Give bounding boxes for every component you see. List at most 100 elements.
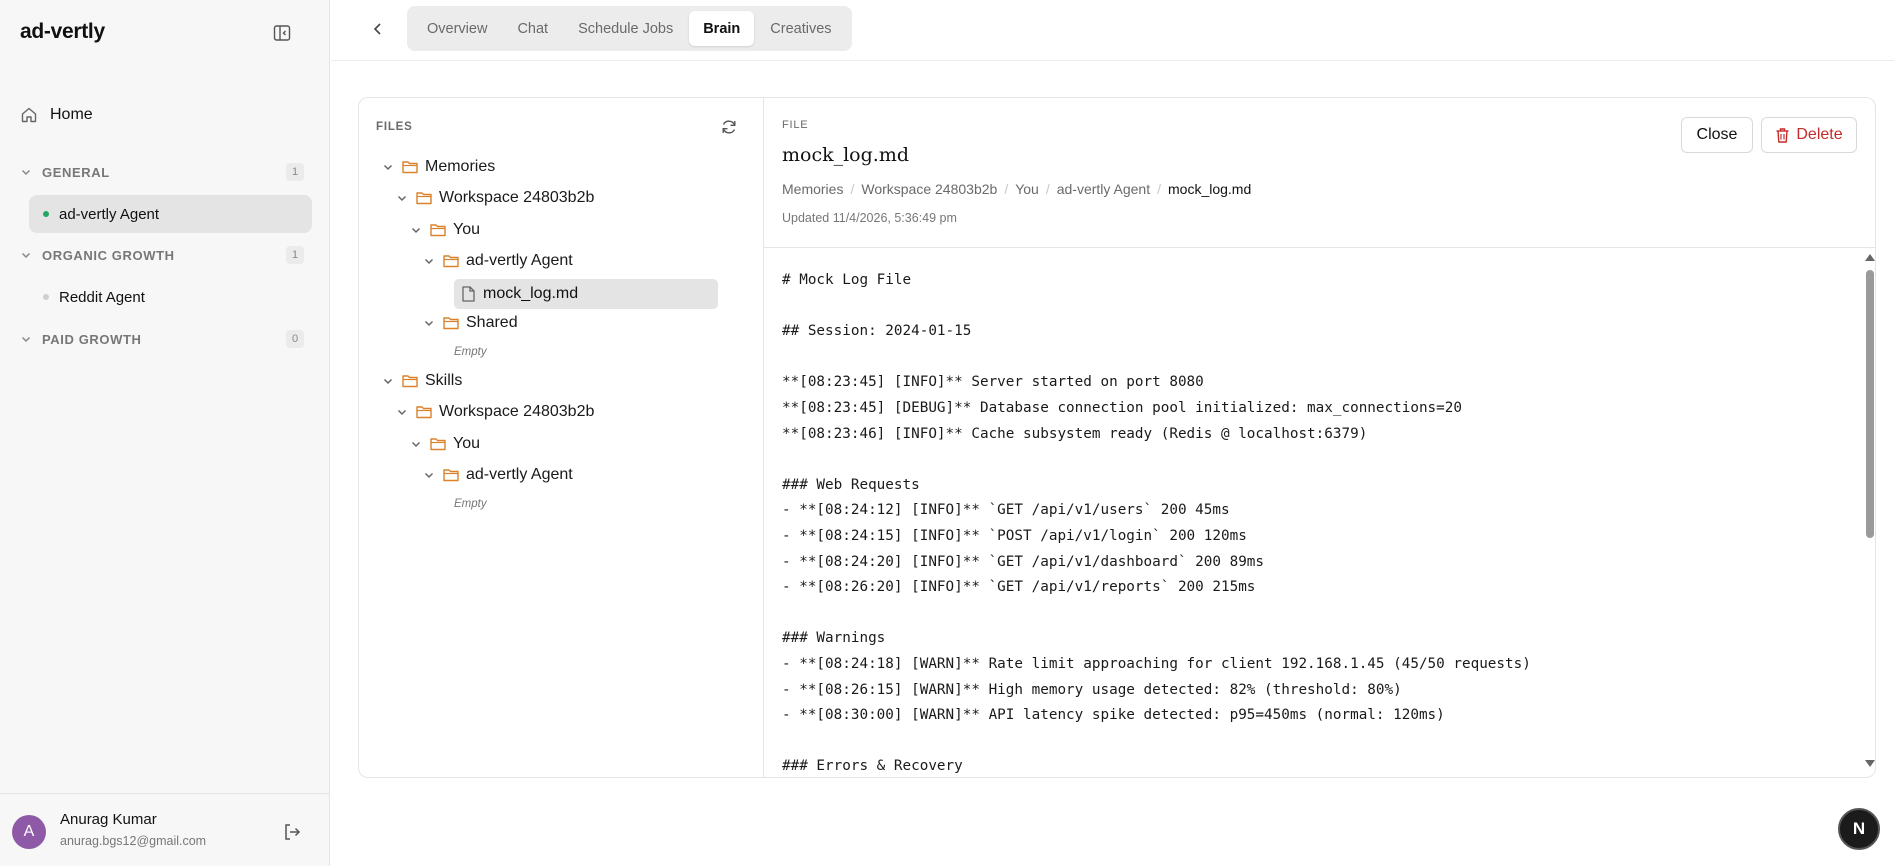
delete-button[interactable]: Delete	[1761, 117, 1857, 153]
tree-label: ad-vertly Agent	[466, 252, 573, 269]
tree-folder-workspace[interactable]: Workspace 24803b2b	[396, 185, 594, 211]
file-title: mock_log.md	[782, 144, 910, 166]
scroll-down-arrow[interactable]	[1865, 760, 1875, 767]
tab-bar: Overview Chat Schedule Jobs Brain Creati…	[407, 6, 852, 51]
breadcrumb-separator: /	[1157, 181, 1161, 197]
content-line: # Mock Log File	[782, 272, 912, 288]
app-root: ad-vertly Home GENERAL 1 ad-vertly Agent…	[0, 0, 1894, 866]
tab-chat[interactable]: Chat	[503, 11, 562, 46]
status-dot	[43, 294, 49, 300]
sidebar-item-reddit-agent[interactable]: Reddit Agent	[29, 278, 312, 316]
content-line	[782, 294, 1842, 320]
tree-label: ad-vertly Agent	[466, 466, 573, 483]
scroll-up-arrow[interactable]	[1865, 254, 1875, 261]
content-line: ### Web Requests	[782, 476, 920, 493]
home-icon	[21, 107, 37, 123]
refresh-icon	[722, 120, 736, 134]
content-line: ## Session: 2024-01-15	[782, 323, 972, 340]
content-line: - **[08:24:18] [WARN]** Rate limit appro…	[782, 655, 1531, 672]
chevron-down-icon	[383, 164, 393, 171]
folder-icon	[443, 469, 459, 482]
chevron-down-icon	[424, 258, 434, 265]
content-line: - **[08:24:15] [INFO]** `POST /api/v1/lo…	[782, 527, 1247, 544]
content-line	[782, 447, 1842, 473]
chevron-down-icon	[411, 441, 421, 448]
tab-creatives[interactable]: Creatives	[756, 11, 845, 46]
logout-button[interactable]	[282, 822, 304, 844]
folder-icon	[416, 192, 432, 205]
group-paid-growth-toggle[interactable]: PAID GROWTH 0	[20, 329, 304, 349]
chevron-down-icon	[397, 195, 407, 202]
breadcrumb-item[interactable]: You	[1015, 181, 1039, 197]
chevron-down-icon	[21, 169, 31, 176]
tree-file-mock-log[interactable]: mock_log.md	[454, 279, 718, 309]
breadcrumb: Memories / Workspace 24803b2b / You / ad…	[782, 181, 1251, 197]
back-button[interactable]	[365, 16, 391, 42]
content-line: **[08:23:45] [INFO]** Server started on …	[782, 374, 1204, 391]
chevron-left-icon	[373, 23, 381, 35]
content-line: ### Errors & Recovery	[782, 758, 963, 773]
group-title: PAID GROWTH	[42, 331, 142, 347]
header-divider	[331, 60, 1894, 61]
breadcrumb-separator: /	[1045, 181, 1050, 197]
file-icon	[462, 286, 475, 302]
floating-action-button[interactable]: N	[1838, 808, 1880, 850]
updated-timestamp: Updated 11/4/2026, 5:36:49 pm	[782, 211, 957, 225]
tab-overview[interactable]: Overview	[413, 11, 501, 46]
breadcrumb-separator: /	[850, 181, 855, 197]
group-title: GENERAL	[42, 164, 110, 180]
chevron-down-icon	[21, 252, 31, 259]
chevron-down-icon	[424, 320, 434, 327]
folder-icon	[416, 406, 432, 419]
tree-folder-memories[interactable]: Memories	[382, 154, 495, 180]
avatar[interactable]: A	[12, 815, 46, 849]
content-line: - **[08:26:20] [INFO]** `GET /api/v1/rep…	[782, 579, 1256, 596]
group-count: 1	[286, 163, 304, 181]
file-content: # Mock Log File ## Session: 2024-01-15 *…	[782, 268, 1842, 773]
content-line: ### Warnings	[782, 630, 886, 647]
sidebar-collapse-button[interactable]	[270, 22, 294, 44]
delete-label: Delete	[1796, 126, 1843, 143]
content-line: - **[08:26:15] [WARN]** High memory usag…	[782, 681, 1402, 698]
scrollbar-thumb[interactable]	[1866, 270, 1874, 538]
content-line: - **[08:24:12] [INFO]** `GET /api/v1/use…	[782, 502, 1230, 519]
folder-icon	[402, 161, 418, 174]
tab-brain[interactable]: Brain	[689, 11, 755, 46]
group-general-toggle[interactable]: GENERAL 1	[20, 162, 304, 182]
tree-folder-shared[interactable]: Shared	[423, 310, 518, 336]
brand-logo: ad-vertly	[20, 20, 105, 43]
tree-label: You	[453, 221, 480, 238]
folder-icon	[430, 438, 446, 451]
agent-label: ad-vertly Agent	[59, 205, 160, 223]
breadcrumb-item[interactable]: ad-vertly Agent	[1057, 181, 1150, 197]
breadcrumb-current: mock_log.md	[1168, 181, 1252, 197]
tree-folder-you[interactable]: You	[410, 431, 480, 457]
breadcrumb-item[interactable]: Workspace 24803b2b	[861, 181, 997, 197]
chevron-down-icon	[411, 227, 421, 234]
tree-folder-workspace[interactable]: Workspace 24803b2b	[396, 399, 594, 425]
breadcrumb-separator: /	[1004, 181, 1009, 197]
breadcrumb-item[interactable]: Memories	[782, 181, 843, 197]
group-organic-growth-toggle[interactable]: ORGANIC GROWTH 1	[20, 245, 304, 265]
tab-schedule-jobs[interactable]: Schedule Jobs	[564, 11, 687, 46]
tree-label: Skills	[425, 372, 463, 389]
sidebar-item-home[interactable]: Home	[20, 102, 312, 128]
file-detail-pane: FILE mock_log.md Memories / Workspace 24…	[764, 98, 1875, 777]
tree-folder-advertly-agent[interactable]: ad-vertly Agent	[423, 462, 573, 488]
content-scrollbar[interactable]	[1863, 250, 1875, 775]
tree-folder-you[interactable]: You	[410, 217, 480, 243]
status-dot	[43, 211, 49, 217]
chevron-down-icon	[21, 336, 31, 343]
empty-label: Empty	[454, 346, 487, 358]
sidebar-item-advertly-agent[interactable]: ad-vertly Agent	[29, 195, 312, 233]
chevron-down-icon	[383, 378, 393, 385]
content-line: - **[08:24:20] [INFO]** `GET /api/v1/das…	[782, 553, 1265, 570]
tree-folder-skills[interactable]: Skills	[382, 368, 462, 394]
close-button[interactable]: Close	[1681, 117, 1753, 153]
sidebar: ad-vertly Home GENERAL 1 ad-vertly Agent…	[0, 0, 330, 866]
refresh-button[interactable]	[720, 118, 738, 136]
user-profile: A Anurag Kumar anurag.bgs12@gmail.com	[0, 793, 330, 866]
tree-folder-advertly-agent[interactable]: ad-vertly Agent	[423, 248, 573, 274]
folder-icon	[430, 224, 446, 237]
user-email: anurag.bgs12@gmail.com	[60, 834, 207, 848]
